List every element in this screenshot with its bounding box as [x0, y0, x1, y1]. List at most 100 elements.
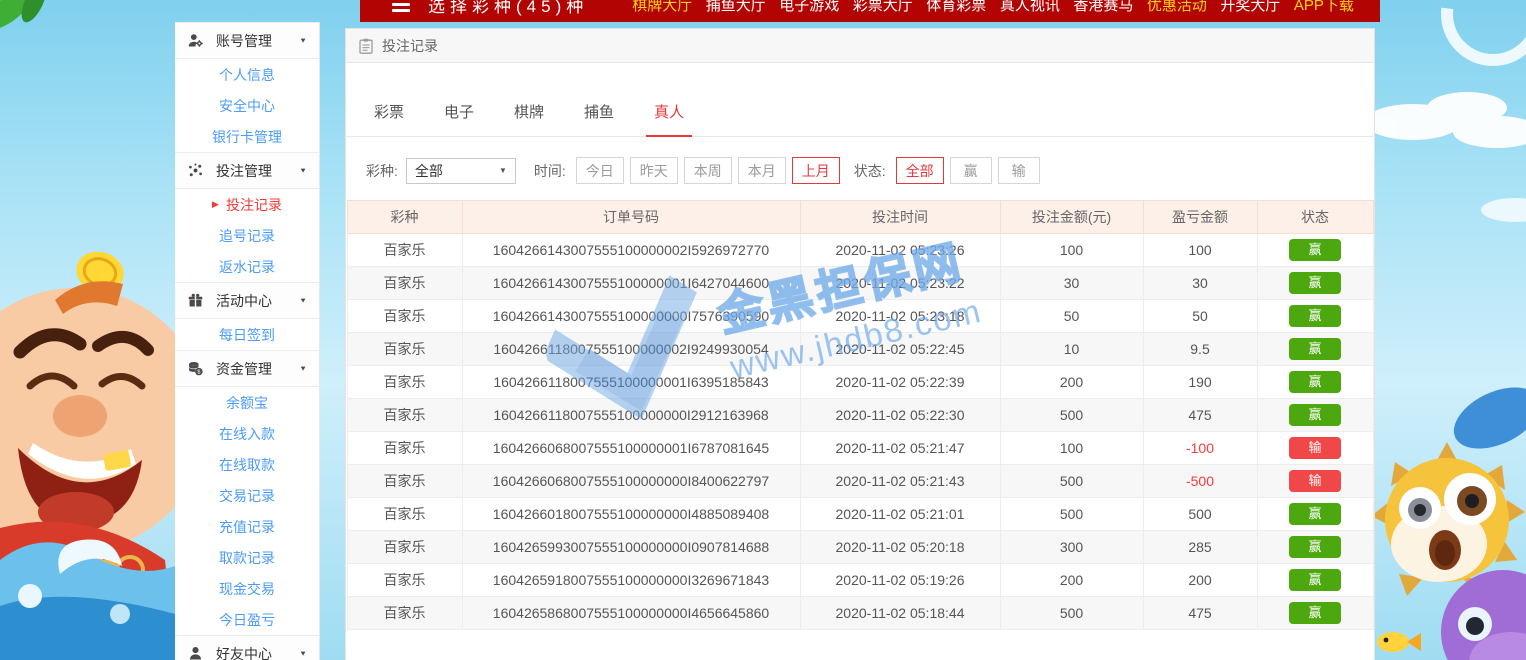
cell-profit: 9.5	[1143, 333, 1257, 366]
nav-item[interactable]: 棋牌大厅	[632, 0, 692, 15]
small-yellow-fish	[1377, 632, 1421, 652]
cell-bet-time: 2020-11-02 05:21:47	[800, 432, 1000, 465]
nav-item[interactable]: 捕鱼大厅	[706, 0, 766, 15]
cell-order-number: 1604265918007555100000000I3269671843	[462, 564, 800, 597]
sidebar-link[interactable]: 在线取款	[175, 449, 319, 480]
sidebar-link-label: 银行卡管理	[212, 127, 282, 147]
category-tab[interactable]: 真人	[646, 101, 692, 137]
category-tab[interactable]: 捕鱼	[576, 101, 622, 136]
time-filter-button[interactable]: 上月	[792, 157, 840, 184]
category-tab[interactable]: 棋牌	[506, 101, 552, 136]
cell-status: 赢	[1257, 333, 1373, 366]
table-row: 百家乐 1604266068007555100000000I8400622797…	[347, 465, 1373, 498]
cell-status: 输	[1257, 465, 1373, 498]
nav-item[interactable]: 开奖大厅	[1220, 0, 1280, 15]
cell-status: 输	[1257, 432, 1373, 465]
cell-game: 百家乐	[347, 267, 462, 300]
sidebar-link[interactable]: 安全中心	[175, 90, 319, 121]
cell-order-number: 1604266118007555100000002I9249930054	[462, 333, 800, 366]
status-filter-button[interactable]: 输	[998, 157, 1040, 184]
cell-order-number: 1604266143007555100000002I5926972770	[462, 234, 800, 267]
sidebar-link-label: 追号记录	[219, 226, 275, 246]
sidebar-section-activity[interactable]: 活动中心 ▼	[175, 282, 319, 319]
nav-item[interactable]: APP下载	[1294, 0, 1354, 15]
sidebar-link[interactable]: 返水记录	[175, 251, 319, 282]
sidebar-link[interactable]: 投注记录	[175, 189, 319, 220]
sidebar-section-account[interactable]: 账号管理 ▼	[175, 22, 319, 59]
time-filter-button[interactable]: 今日	[576, 157, 624, 184]
fisherman-character	[0, 281, 175, 660]
filter-bar: 彩种: 全部 ▼ 时间: 今日 昨天 本周 本月 上月 状态:	[366, 157, 1374, 184]
cell-bet-amount: 10	[1000, 333, 1143, 366]
nav-item[interactable]: 电子游戏	[779, 0, 839, 15]
cell-bet-time: 2020-11-02 05:23:22	[800, 267, 1000, 300]
hamburger-icon[interactable]	[392, 0, 410, 12]
table-row: 百家乐 1604266143007555100000000I7576390590…	[347, 300, 1373, 333]
cell-status: 赢	[1257, 498, 1373, 531]
sidebar-link[interactable]: 个人信息	[175, 59, 319, 90]
lottery-type-select[interactable]: 全部 ▼	[406, 158, 516, 184]
sidebar-section-betting[interactable]: 投注管理 ▼	[175, 152, 319, 189]
column-header: 状态	[1257, 201, 1373, 234]
column-header: 彩种	[347, 201, 462, 234]
sidebar-link[interactable]: 银行卡管理	[175, 121, 319, 152]
waves	[0, 540, 175, 660]
sidebar-section-friends[interactable]: 好友中心 ▼	[175, 635, 319, 660]
panel-header: 投注记录	[346, 29, 1374, 63]
cell-order-number: 1604265993007555100000000I0907814688	[462, 531, 800, 564]
category-tab[interactable]: 电子	[436, 101, 482, 136]
category-tab[interactable]: 彩票	[366, 101, 412, 136]
sidebar-link[interactable]: 现金交易	[175, 573, 319, 604]
lottery-select-brand[interactable]: 选择彩种(45)种	[428, 0, 588, 17]
clipboard-icon	[359, 38, 373, 54]
time-filter-button[interactable]: 本周	[684, 157, 732, 184]
cell-status: 赢	[1257, 234, 1373, 267]
cell-bet-time: 2020-11-02 05:20:18	[800, 531, 1000, 564]
sidebar-link[interactable]: 交易记录	[175, 480, 319, 511]
status-badge: 赢	[1289, 404, 1341, 426]
cell-bet-time: 2020-11-02 05:23:26	[800, 234, 1000, 267]
sidebar-link[interactable]: 今日盈亏	[175, 604, 319, 635]
sidebar-link[interactable]: 余额宝	[175, 387, 319, 418]
time-filter-group: 今日 昨天 本周 本月 上月	[570, 157, 840, 184]
sidebar-link[interactable]: 在线入款	[175, 418, 319, 449]
cell-bet-amount: 500	[1000, 498, 1143, 531]
sidebar-link[interactable]: 取款记录	[175, 542, 319, 573]
table-row: 百家乐 1604266018007555100000000I4885089408…	[347, 498, 1373, 531]
cell-bet-amount: 100	[1000, 234, 1143, 267]
status-filter-button[interactable]: 赢	[950, 157, 992, 184]
page-title: 投注记录	[382, 36, 438, 56]
cell-order-number: 1604266118007555100000001I6395185843	[462, 366, 800, 399]
purple-octopus	[1441, 570, 1526, 660]
bet-records-table: 彩种 订单号码 投注时间 投注金额(元) 盈亏金额 状态	[347, 200, 1374, 630]
cell-profit: 475	[1143, 597, 1257, 630]
nav-item[interactable]: 香港赛马	[1073, 0, 1133, 15]
sidebar-link[interactable]: 追号记录	[175, 220, 319, 251]
sidebar-link[interactable]: 充值记录	[175, 511, 319, 542]
clouds	[1375, 92, 1526, 222]
cell-bet-time: 2020-11-02 05:18:44	[800, 597, 1000, 630]
cell-order-number: 1604265868007555100000000I4656645860	[462, 597, 800, 630]
nav-item[interactable]: 真人视讯	[1000, 0, 1060, 15]
cell-bet-amount: 500	[1000, 399, 1143, 432]
cell-game: 百家乐	[347, 300, 462, 333]
sidebar-link[interactable]: 每日签到	[175, 319, 319, 350]
table-row: 百家乐 1604266118007555100000002I9249930054…	[347, 333, 1373, 366]
nav-item[interactable]: 体育彩票	[926, 0, 986, 15]
cell-bet-time: 2020-11-02 05:21:43	[800, 465, 1000, 498]
nav-item[interactable]: 彩票大厅	[853, 0, 913, 15]
table-row: 百家乐 1604266118007555100000001I6395185843…	[347, 366, 1373, 399]
nav-item[interactable]: 优惠活动	[1147, 0, 1207, 15]
time-filter-button[interactable]: 本月	[738, 157, 786, 184]
betting-records-panel: 投注记录 彩票 电子 棋牌 捕鱼 真人 彩种: 全部 ▼ 时间:	[345, 28, 1375, 660]
cell-bet-time: 2020-11-02 05:21:01	[800, 498, 1000, 531]
cell-bet-amount: 50	[1000, 300, 1143, 333]
chevron-down-icon: ▼	[299, 37, 307, 45]
time-filter-button[interactable]: 昨天	[630, 157, 678, 184]
status-filter-button[interactable]: 全部	[896, 157, 944, 184]
sidebar-section-funds[interactable]: $ 资金管理 ▼	[175, 350, 319, 387]
sidebar-link-label: 充值记录	[219, 517, 275, 537]
cell-status: 赢	[1257, 564, 1373, 597]
cell-bet-amount: 500	[1000, 465, 1143, 498]
cell-game: 百家乐	[347, 399, 462, 432]
